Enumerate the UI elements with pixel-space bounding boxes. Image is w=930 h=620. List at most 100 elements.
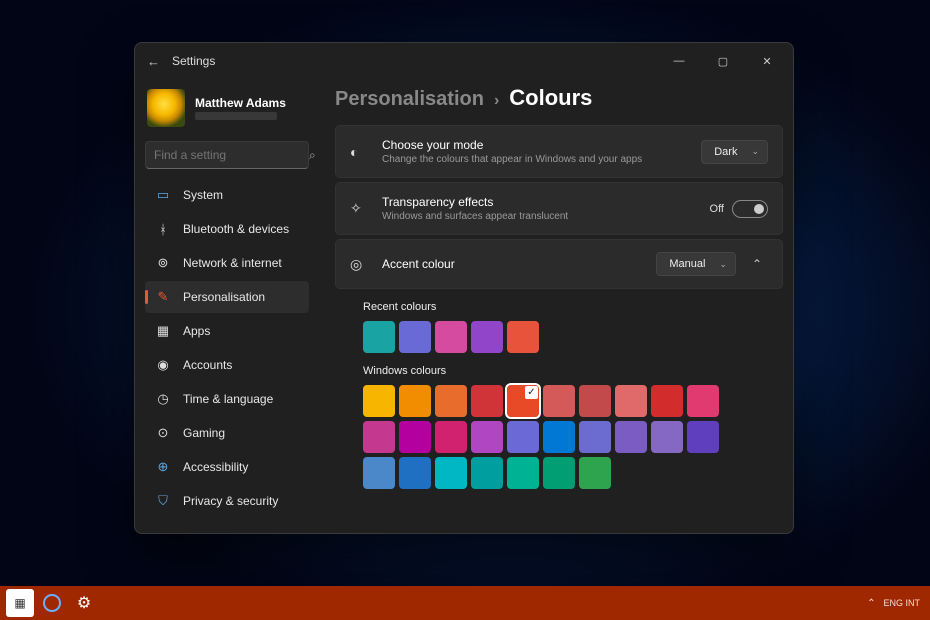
- windows-swatch[interactable]: [615, 421, 647, 453]
- sidebar-item-privacy-security[interactable]: ⛉ Privacy & security: [145, 485, 309, 517]
- recent-swatch[interactable]: [471, 321, 503, 353]
- nav-item-label: System: [183, 188, 223, 202]
- recent-colours-label: Recent colours: [363, 301, 783, 313]
- sidebar-item-apps[interactable]: ▦Apps: [145, 315, 309, 347]
- sidebar-item-system[interactable]: ▭ System: [145, 179, 309, 211]
- sidebar: Matthew Adams ⌕ ▭ System ᚼBluetooth & devi…: [135, 79, 317, 533]
- search-input[interactable]: [154, 148, 309, 162]
- profile-block[interactable]: Matthew Adams: [145, 83, 309, 137]
- toggle-state-label: Off: [710, 203, 724, 215]
- brush-icon: ✎: [155, 289, 171, 305]
- expand-button[interactable]: ⌃: [746, 253, 768, 275]
- shield-icon: ⛉: [155, 493, 171, 509]
- nav-item-label: Personalisation: [183, 290, 265, 304]
- language-indicator[interactable]: ENG INT: [883, 599, 920, 608]
- card-subtitle: Windows and surfaces appear translucent: [382, 211, 710, 222]
- windows-swatch[interactable]: [435, 385, 467, 417]
- windows-swatch[interactable]: [507, 421, 539, 453]
- game-icon: ⊙: [155, 425, 171, 441]
- nav-item-label: Bluetooth & devices: [183, 222, 289, 236]
- windows-swatch[interactable]: [579, 421, 611, 453]
- sidebar-item-windows-update[interactable]: ⟳Windows Update: [145, 519, 309, 525]
- person-icon: ◉: [155, 357, 171, 373]
- windows-swatch[interactable]: [651, 421, 683, 453]
- sidebar-item-network-internet[interactable]: ⊚Network & internet: [145, 247, 309, 279]
- breadcrumb: Personalisation › Colours: [335, 85, 783, 111]
- mode-dropdown[interactable]: Dark ⌄: [701, 140, 768, 164]
- accessibility-icon: ⊕: [155, 459, 171, 475]
- windows-swatch[interactable]: [543, 421, 575, 453]
- nav-item-label: Accounts: [183, 358, 232, 372]
- taskbar-app-1[interactable]: ▦: [6, 589, 34, 617]
- nav-item-label: Privacy & security: [183, 494, 278, 508]
- windows-colours-label: Windows colours: [363, 365, 783, 377]
- windows-swatch[interactable]: [363, 421, 395, 453]
- windows-swatch[interactable]: [399, 385, 431, 417]
- accent-mode-dropdown[interactable]: Manual ⌄: [656, 252, 736, 276]
- close-button[interactable]: ✕: [745, 45, 789, 77]
- dropdown-value: Manual: [669, 258, 705, 270]
- windows-swatch[interactable]: [363, 457, 395, 489]
- windows-swatch[interactable]: [399, 457, 431, 489]
- profile-email-redacted: [195, 112, 277, 120]
- windows-colours-grid: ✓: [363, 385, 723, 489]
- windows-swatch[interactable]: [399, 421, 431, 453]
- recent-swatch[interactable]: [507, 321, 539, 353]
- dropdown-value: Dark: [714, 146, 737, 158]
- card-title: Choose your mode: [382, 138, 701, 152]
- breadcrumb-current: Colours: [509, 85, 592, 111]
- chevron-down-icon: ⌄: [751, 146, 759, 157]
- minimize-button[interactable]: —: [657, 45, 701, 77]
- search-input-wrapper[interactable]: ⌕: [145, 141, 309, 169]
- recent-swatch[interactable]: [399, 321, 431, 353]
- windows-swatch[interactable]: [579, 385, 611, 417]
- nav-item-label: Gaming: [183, 426, 225, 440]
- sidebar-item-bluetooth-devices[interactable]: ᚼBluetooth & devices: [145, 213, 309, 245]
- back-button[interactable]: ←: [147, 54, 160, 69]
- windows-swatch[interactable]: [615, 385, 647, 417]
- palette-icon: ◎: [350, 256, 368, 273]
- card-title: Transparency effects: [382, 195, 710, 209]
- system-tray[interactable]: ⌃ ENG INT: [867, 598, 924, 609]
- windows-swatch[interactable]: [543, 457, 575, 489]
- nav-item-label: Apps: [183, 324, 210, 338]
- windows-swatch[interactable]: [363, 385, 395, 417]
- windows-swatch[interactable]: [687, 421, 719, 453]
- windows-swatch[interactable]: [507, 457, 539, 489]
- nav-item-label: Time & language: [183, 392, 273, 406]
- windows-swatch[interactable]: [471, 385, 503, 417]
- toggle-knob: [754, 204, 764, 214]
- windows-swatch[interactable]: [543, 385, 575, 417]
- sidebar-item-gaming[interactable]: ⊙ Gaming: [145, 417, 309, 449]
- sidebar-item-accounts[interactable]: ◉ Accounts: [145, 349, 309, 381]
- tray-overflow-icon[interactable]: ⌃: [867, 598, 875, 609]
- sidebar-item-personalisation[interactable]: ✎ Personalisation: [145, 281, 309, 313]
- transparency-icon: ✧: [350, 200, 368, 217]
- profile-name: Matthew Adams: [195, 96, 286, 110]
- windows-swatch[interactable]: [435, 421, 467, 453]
- system-icon: ▭: [155, 187, 171, 203]
- windows-swatch[interactable]: [471, 457, 503, 489]
- maximize-button[interactable]: ▢: [701, 45, 745, 77]
- wifi-icon: ⊚: [155, 255, 171, 271]
- windows-swatch[interactable]: ✓: [507, 385, 539, 417]
- taskbar-app-cortana[interactable]: [38, 589, 66, 617]
- sidebar-nav: ▭ System ᚼBluetooth & devices⊚Network & in…: [145, 179, 309, 525]
- sidebar-item-time-language[interactable]: ◷Time & language: [145, 383, 309, 415]
- windows-swatch[interactable]: [435, 457, 467, 489]
- avatar: [147, 89, 185, 127]
- card-subtitle: Change the colours that appear in Window…: [382, 154, 701, 165]
- windows-swatch[interactable]: [471, 421, 503, 453]
- card-title: Accent colour: [382, 257, 656, 271]
- mode-card: ◐ Choose your mode Change the colours th…: [335, 125, 783, 178]
- recent-swatch[interactable]: [435, 321, 467, 353]
- transparency-toggle[interactable]: [732, 200, 768, 218]
- sidebar-item-accessibility[interactable]: ⊕Accessibility: [145, 451, 309, 483]
- windows-swatch[interactable]: [651, 385, 683, 417]
- windows-swatch[interactable]: [579, 457, 611, 489]
- windows-swatch[interactable]: [687, 385, 719, 417]
- breadcrumb-parent[interactable]: Personalisation: [335, 88, 484, 111]
- recent-swatch[interactable]: [363, 321, 395, 353]
- content-area: Personalisation › Colours ◐ Choose your …: [317, 79, 793, 533]
- taskbar-app-settings[interactable]: ⚙: [70, 589, 98, 617]
